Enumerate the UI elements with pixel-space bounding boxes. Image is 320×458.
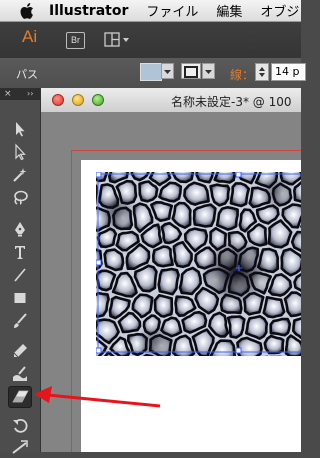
apple-logo-icon[interactable] — [18, 2, 36, 19]
voronoi-cell — [209, 183, 231, 207]
stroke-dropdown-button[interactable] — [202, 63, 215, 79]
stroke-weight-stepper[interactable] — [255, 63, 269, 81]
voronoi-cell — [192, 203, 217, 228]
voronoi-cell — [157, 267, 180, 296]
collapse-icon[interactable]: ›› — [27, 88, 33, 100]
voronoi-cell — [183, 181, 210, 206]
voronoi-cell — [280, 247, 301, 277]
fill-color-swatch[interactable] — [140, 63, 162, 81]
application-bar: Ai Br — [0, 22, 301, 59]
app-menu-illustrator[interactable]: Illustrator — [49, 3, 128, 19]
direct-selection-tool-icon[interactable] — [8, 141, 32, 163]
menu-bar: Illustrator ファイル 編集 オブジ — [0, 0, 301, 22]
pencil-tool-icon[interactable] — [8, 340, 32, 362]
voronoi-cell — [215, 205, 239, 231]
blob-brush-tool-icon[interactable] — [8, 363, 32, 385]
voronoi-cell — [262, 296, 286, 319]
menu-edit[interactable]: 編集 — [216, 1, 242, 20]
zoom-window-button[interactable] — [92, 94, 104, 106]
minimize-window-button[interactable] — [72, 94, 84, 106]
stroke-color-swatch[interactable] — [181, 63, 201, 79]
paintbrush-tool-icon[interactable] — [8, 310, 32, 332]
arrange-documents-icon[interactable] — [104, 31, 132, 49]
voronoi-cell — [229, 182, 251, 208]
voronoi-cell — [171, 334, 196, 356]
voronoi-cell — [269, 317, 292, 337]
stroke-weight-label: 線： — [230, 68, 255, 82]
voronoi-cell — [153, 294, 174, 318]
line-segment-tool-icon[interactable] — [8, 264, 32, 286]
voronoi-cell — [226, 315, 246, 339]
illustrator-logo: Ai — [22, 27, 38, 46]
voronoi-cell — [103, 248, 125, 272]
menu-object[interactable]: オブジ — [260, 1, 299, 20]
stroke-weight-input[interactable]: 14 p — [271, 63, 306, 81]
voronoi-cell — [244, 314, 269, 340]
lasso-tool-icon[interactable] — [8, 187, 32, 209]
close-icon[interactable]: × — [4, 88, 12, 100]
voronoi-cell — [283, 291, 301, 318]
bridge-button[interactable]: Br — [66, 32, 85, 49]
menu-file[interactable]: ファイル — [146, 1, 198, 20]
magic-wand-tool-icon[interactable] — [8, 164, 32, 186]
annotation-arrow — [28, 384, 162, 414]
width-tool-icon[interactable] — [8, 436, 32, 458]
voronoi-pattern-image[interactable] — [96, 172, 301, 356]
document-title: 名称未設定-3* @ 100 — [171, 95, 292, 109]
voronoi-cell — [151, 245, 174, 268]
voronoi-cell — [263, 334, 285, 355]
close-window-button[interactable] — [52, 94, 64, 106]
type-tool-icon[interactable] — [8, 241, 32, 263]
control-bar: パス 線： 14 p — [0, 58, 306, 89]
document-title-bar: 名称未設定-3* @ 100 — [41, 88, 301, 113]
selection-type-label: パス — [16, 68, 38, 81]
tools-panel-header: × ›› — [0, 88, 40, 100]
rotate-tool-icon[interactable] — [8, 415, 32, 437]
selection-tool-icon[interactable] — [8, 118, 32, 140]
rectangle-tool-icon[interactable] — [8, 287, 32, 309]
pen-tool-icon[interactable] — [8, 218, 32, 240]
fill-dropdown-button[interactable] — [161, 63, 174, 79]
